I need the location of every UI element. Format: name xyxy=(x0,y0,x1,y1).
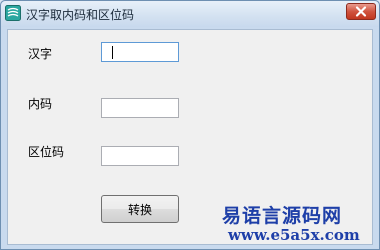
dialog-window: 汉字取内码和区位码 汉字 内码 区位码 转换 易语言源码网 www.e5a5x.… xyxy=(0,0,380,250)
quweima-input[interactable] xyxy=(101,146,179,166)
convert-button[interactable]: 转换 xyxy=(101,195,179,223)
app-icon xyxy=(5,5,21,21)
close-button[interactable] xyxy=(346,3,376,20)
client-area: 汉字 内码 区位码 转换 易语言源码网 www.e5a5x.com xyxy=(7,29,373,245)
text-caret xyxy=(112,46,113,59)
title-bar[interactable]: 汉字取内码和区位码 xyxy=(1,1,379,27)
window-title: 汉字取内码和区位码 xyxy=(26,8,135,22)
watermark-name: 易语言源码网 xyxy=(222,205,343,227)
quweima-label: 区位码 xyxy=(28,145,65,159)
neima-label: 内码 xyxy=(28,97,53,111)
neima-input[interactable] xyxy=(101,98,179,118)
close-icon xyxy=(355,6,367,17)
hanzi-label: 汉字 xyxy=(28,47,53,61)
watermark-url: www.e5a5x.com xyxy=(228,226,360,244)
